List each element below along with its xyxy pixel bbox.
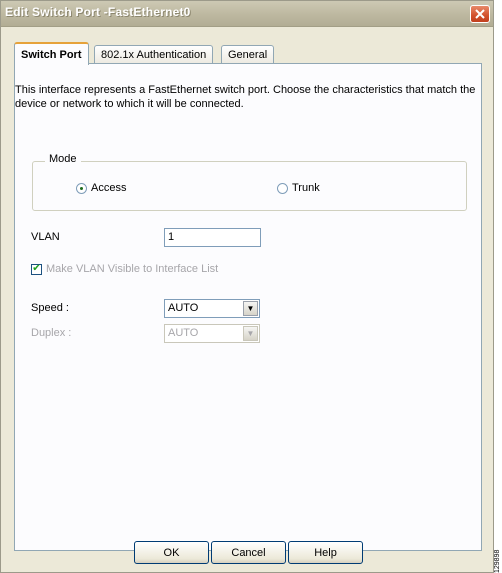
radio-selected-icon [76,182,87,194]
chevron-down-icon[interactable]: ▼ [243,301,258,316]
speed-select[interactable]: AUTO ▼ [164,299,260,318]
tab-switch-port[interactable]: Switch Port [14,42,89,65]
mode-legend: Mode [45,153,81,165]
mode-trunk-label: Trunk [292,182,320,194]
cancel-button[interactable]: Cancel [211,541,286,564]
help-button[interactable]: Help [288,541,363,564]
ok-button[interactable]: OK [134,541,209,564]
close-button[interactable] [470,5,490,23]
speed-value: AUTO [168,302,199,314]
make-vlan-visible-label: Make VLAN Visible to Interface List [46,263,219,275]
description-text: This interface represents a FastEthernet… [15,84,476,110]
chevron-down-icon: ▼ [243,326,258,341]
duplex-label: Duplex : [31,327,72,339]
close-icon [475,9,485,19]
vlan-label: VLAN [31,231,60,243]
speed-label: Speed : [31,302,69,314]
radio-unselected-icon [277,182,288,194]
duplex-value: AUTO [168,327,199,339]
vlan-input[interactable]: 1 [164,228,261,247]
checkbox-checked-icon: ✔ [31,263,42,275]
tab-8021x-authentication[interactable]: 802.1x Authentication [94,45,214,64]
make-vlan-visible-checkbox[interactable]: ✔ Make VLAN Visible to Interface List [31,263,218,275]
mode-access-label: Access [91,182,127,194]
mode-trunk-radio[interactable]: Trunk [277,182,320,194]
title-bar[interactable]: Edit Switch Port -FastEthernet0 [1,1,493,27]
window-title: Edit Switch Port -FastEthernet0 [5,5,191,19]
duplex-select: AUTO ▼ [164,324,260,343]
tab-general[interactable]: General [221,45,275,64]
mode-access-radio[interactable]: Access [76,182,126,194]
figure-id-stamp: 129898 [494,549,501,573]
